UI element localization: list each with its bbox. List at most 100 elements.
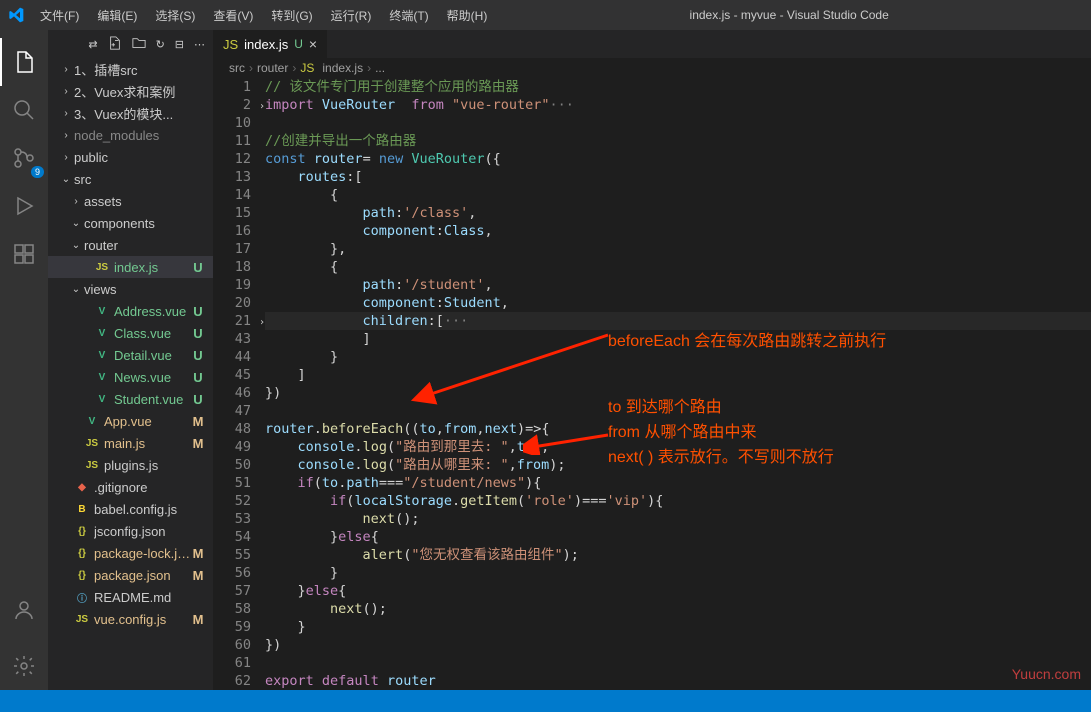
chevron-icon[interactable]: › — [58, 130, 74, 141]
code-line[interactable]: if(to.path==="/student/news"){ — [265, 474, 1091, 492]
explorer-icon[interactable] — [0, 38, 48, 86]
new-file-icon[interactable] — [108, 36, 122, 53]
menu-item[interactable]: 编辑(E) — [89, 3, 145, 28]
tree-item[interactable]: VNews.vueU — [48, 366, 213, 388]
tree-item[interactable]: JSvue.config.jsM — [48, 608, 213, 630]
tree-item[interactable]: ›1、插槽src — [48, 58, 213, 80]
close-icon[interactable]: × — [309, 36, 317, 52]
code-line[interactable]: } — [265, 348, 1091, 366]
code-line[interactable]: children:[··· — [265, 312, 1091, 330]
menu-item[interactable]: 运行(R) — [323, 3, 380, 28]
tree-item[interactable]: ⌄src — [48, 168, 213, 190]
tree-item[interactable]: VDetail.vueU — [48, 344, 213, 366]
code-content[interactable]: // 该文件专门用于创建整个应用的路由器import VueRouter fro… — [265, 78, 1091, 690]
code-line[interactable]: component:Student, — [265, 294, 1091, 312]
code-line[interactable] — [265, 402, 1091, 420]
tree-item[interactable]: ⌄components — [48, 212, 213, 234]
collapse-icon[interactable]: ⊟ — [175, 38, 184, 51]
file-tree[interactable]: ›1、插槽src›2、Vuex求和案例›3、Vuex的模块...›node_mo… — [48, 58, 213, 690]
tree-item[interactable]: ›assets — [48, 190, 213, 212]
chevron-icon[interactable]: ⌄ — [68, 284, 84, 295]
code-line[interactable]: }) — [265, 384, 1091, 402]
tree-item[interactable]: ⓘREADME.md — [48, 586, 213, 608]
tree-item[interactable]: ⌄router — [48, 234, 213, 256]
code-line[interactable]: ] — [265, 366, 1091, 384]
code-area[interactable]: 12›101112131415161718192021›434445464748… — [213, 78, 1091, 690]
code-line[interactable]: //创建并导出一个路由器 — [265, 132, 1091, 150]
breadcrumb[interactable]: src›router›JSindex.js›... — [213, 58, 1091, 78]
code-line[interactable]: alert("您无权查看该路由组件"); — [265, 546, 1091, 564]
menu-item[interactable]: 终端(T) — [381, 3, 436, 28]
tree-item[interactable]: JSindex.jsU — [48, 256, 213, 278]
code-line[interactable]: next(); — [265, 510, 1091, 528]
search-icon[interactable] — [0, 86, 48, 134]
menu-item[interactable]: 选择(S) — [147, 3, 203, 28]
code-line[interactable]: // 该文件专门用于创建整个应用的路由器 — [265, 78, 1091, 96]
accounts-icon[interactable] — [0, 586, 48, 634]
chevron-icon[interactable]: ⌄ — [58, 174, 74, 185]
new-folder-icon[interactable] — [132, 36, 146, 53]
tree-item[interactable]: JSmain.jsM — [48, 432, 213, 454]
more-icon[interactable]: ⋯ — [194, 38, 205, 51]
breadcrumb-item[interactable]: ... — [375, 61, 385, 75]
tree-item[interactable]: {}package-lock.jsonM — [48, 542, 213, 564]
tree-item[interactable]: ◆.gitignore — [48, 476, 213, 498]
code-line[interactable] — [265, 114, 1091, 132]
code-line[interactable]: }else{ — [265, 582, 1091, 600]
code-line[interactable]: }else{ — [265, 528, 1091, 546]
menu-item[interactable]: 帮助(H) — [439, 3, 496, 28]
tree-item[interactable]: ›node_modules — [48, 124, 213, 146]
code-line[interactable]: }, — [265, 240, 1091, 258]
tree-item[interactable]: Bbabel.config.js — [48, 498, 213, 520]
menu-item[interactable]: 转到(G) — [263, 3, 320, 28]
toggle-icon[interactable]: ⇄ — [88, 38, 97, 51]
tree-item[interactable]: VClass.vueU — [48, 322, 213, 344]
code-line[interactable]: { — [265, 186, 1091, 204]
code-line[interactable]: } — [265, 564, 1091, 582]
code-line[interactable]: }) — [265, 636, 1091, 654]
extensions-icon[interactable] — [0, 230, 48, 278]
code-line[interactable]: if(localStorage.getItem('role')==='vip')… — [265, 492, 1091, 510]
breadcrumb-item[interactable]: index.js — [322, 61, 363, 75]
code-line[interactable]: const router= new VueRouter({ — [265, 150, 1091, 168]
chevron-icon[interactable]: ⌄ — [68, 218, 84, 229]
code-line[interactable]: router.beforeEach((to,from,next)=>{ — [265, 420, 1091, 438]
code-line[interactable]: routes:[ — [265, 168, 1091, 186]
tree-item[interactable]: ›public — [48, 146, 213, 168]
status-bar[interactable] — [0, 690, 1091, 712]
tree-item[interactable]: ⌄views — [48, 278, 213, 300]
run-debug-icon[interactable] — [0, 182, 48, 230]
tree-item[interactable]: VAddress.vueU — [48, 300, 213, 322]
code-line[interactable]: ] — [265, 330, 1091, 348]
code-line[interactable]: console.log("路由到那里去: ",to); — [265, 438, 1091, 456]
chevron-icon[interactable]: › — [68, 196, 84, 207]
code-line[interactable]: { — [265, 258, 1091, 276]
tree-item[interactable]: VStudent.vueU — [48, 388, 213, 410]
code-line[interactable] — [265, 654, 1091, 672]
code-line[interactable]: console.log("路由从哪里来: ",from); — [265, 456, 1091, 474]
chevron-icon[interactable]: › — [58, 64, 74, 75]
menu-item[interactable]: 查看(V) — [205, 3, 261, 28]
tree-item[interactable]: {}package.jsonM — [48, 564, 213, 586]
tab-indexjs[interactable]: JS index.js U × — [213, 30, 327, 58]
breadcrumb-item[interactable]: router — [257, 61, 288, 75]
code-line[interactable]: } — [265, 618, 1091, 636]
code-line[interactable]: path:'/student', — [265, 276, 1091, 294]
refresh-icon[interactable]: ↻ — [156, 38, 165, 51]
tree-item[interactable]: VApp.vueM — [48, 410, 213, 432]
source-control-icon[interactable]: 9 — [0, 134, 48, 182]
chevron-icon[interactable]: › — [58, 86, 74, 97]
menu-item[interactable]: 文件(F) — [32, 3, 87, 28]
tree-item[interactable]: JSplugins.js — [48, 454, 213, 476]
tree-item[interactable]: ›3、Vuex的模块... — [48, 102, 213, 124]
code-line[interactable]: next(); — [265, 600, 1091, 618]
code-line[interactable]: component:Class, — [265, 222, 1091, 240]
code-line[interactable]: export default router — [265, 672, 1091, 690]
breadcrumb-item[interactable]: src — [229, 61, 245, 75]
chevron-icon[interactable]: ⌄ — [68, 240, 84, 251]
tree-item[interactable]: ›2、Vuex求和案例 — [48, 80, 213, 102]
chevron-icon[interactable]: › — [58, 108, 74, 119]
chevron-icon[interactable]: › — [58, 152, 74, 163]
code-line[interactable]: import VueRouter from "vue-router"··· — [265, 96, 1091, 114]
settings-gear-icon[interactable] — [0, 642, 48, 690]
